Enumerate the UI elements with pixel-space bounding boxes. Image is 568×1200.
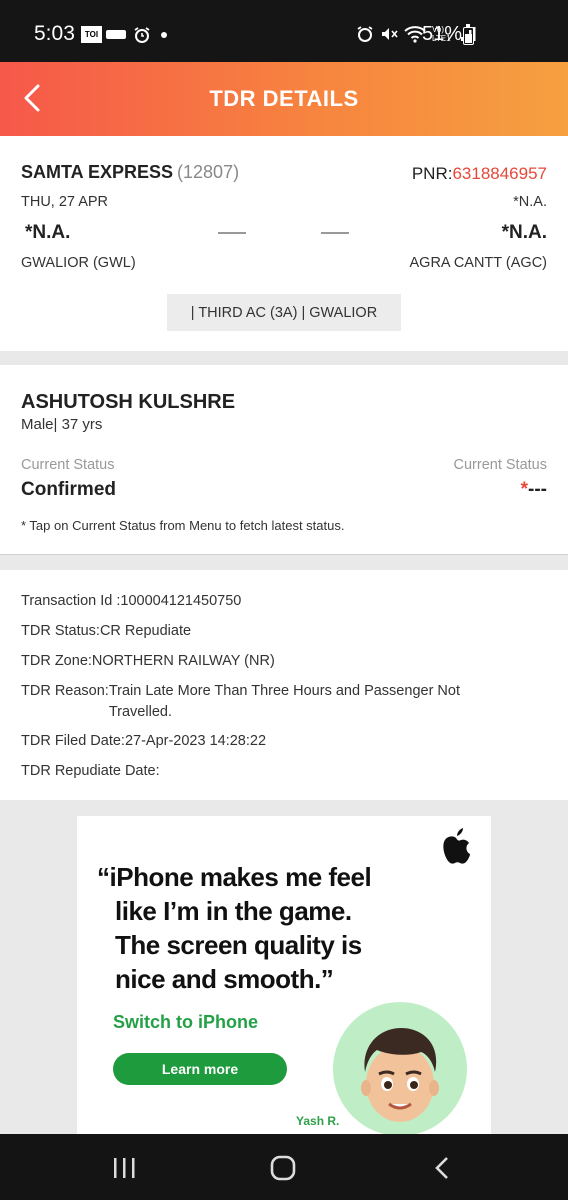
- journey-date: THU, 27 APR: [21, 194, 109, 210]
- system-nav-bar: [0, 1134, 568, 1200]
- learn-more-button[interactable]: Learn more: [113, 1053, 287, 1085]
- tdr-zone: TDR Zone:NORTHERN RAILWAY (NR): [21, 653, 275, 669]
- ad-attribution: Yash R.: [296, 1114, 340, 1128]
- route-line-left: [218, 232, 246, 234]
- mute-icon: [382, 28, 398, 40]
- arrival-time: *N.A.: [501, 222, 547, 243]
- status-bar: 5:03 TOI Vo) LTE1 51%: [0, 0, 568, 62]
- ad-banner[interactable]: “iPhone makes me feel like I’m in the ga…: [77, 816, 491, 1134]
- ad-quote-line: The screen quality is: [115, 930, 362, 960]
- pnr-value: 6318846957: [452, 164, 547, 183]
- booking-status-label: Current Status: [21, 457, 115, 473]
- back-icon: [435, 1157, 448, 1179]
- pnr: PNR:6318846957: [412, 164, 547, 184]
- ad-quote: “iPhone makes me feel like I’m in the ga…: [97, 860, 372, 996]
- tdr-info-card: Transaction Id :100004121450750 TDR Stat…: [0, 570, 568, 800]
- booking-status-value: Confirmed: [21, 479, 116, 500]
- news-app-icon: [106, 30, 126, 39]
- from-station: GWALIOR (GWL): [21, 255, 136, 271]
- train-name-text: SAMTA EXPRESS: [21, 162, 174, 182]
- home-icon: [270, 1155, 296, 1181]
- current-status-text: ---: [528, 479, 547, 500]
- status-time: 5:03: [34, 22, 75, 45]
- tdr-filed-date: TDR Filed Date:27-Apr-2023 14:28:22: [21, 733, 267, 749]
- app-header: TDR DETAILS: [0, 62, 568, 136]
- tdr-repudiate-date: TDR Repudiate Date:: [21, 763, 160, 779]
- class-chip: | THIRD AC (3A) | GWALIOR: [167, 294, 401, 331]
- nav-back-button[interactable]: [422, 1154, 462, 1182]
- passenger-card: ASHUTOSH KULSHRE Male| 37 yrs Current St…: [0, 365, 568, 555]
- battery-icon: [463, 24, 474, 45]
- apple-logo-icon: [443, 828, 470, 864]
- current-status-value[interactable]: *---: [521, 479, 547, 501]
- tdr-reason: TDR Reason: Train Late More Than Three H…: [21, 681, 541, 723]
- train-name: SAMTA EXPRESS (12807): [21, 162, 239, 183]
- route-line-right: [321, 232, 349, 234]
- passenger-meta: Male| 37 yrs: [21, 416, 103, 433]
- pnr-label: PNR:: [411, 164, 453, 183]
- departure-time: *N.A.: [25, 222, 71, 243]
- tdr-reason-value: Train Late More Than Three Hours and Pas…: [108, 683, 460, 720]
- passenger-name: ASHUTOSH KULSHRE: [21, 391, 236, 413]
- ad-quote-line: like I’m in the game.: [115, 896, 352, 926]
- alarm-icon: [357, 26, 373, 42]
- home-button[interactable]: [263, 1154, 303, 1182]
- alarm-icon: [133, 26, 151, 49]
- transaction-id: Transaction Id :100004121450750: [21, 593, 242, 609]
- recents-button[interactable]: [104, 1154, 144, 1182]
- toi-app-icon: TOI: [81, 26, 102, 43]
- page-title: TDR DETAILS: [209, 86, 359, 111]
- journey-card: SAMTA EXPRESS (12807) PNR:6318846957 THU,…: [0, 136, 568, 351]
- to-station: AGRA CANTT (AGC): [409, 255, 548, 271]
- train-number: (12807): [177, 162, 240, 182]
- status-star: *: [520, 479, 529, 500]
- recents-icon: [114, 1158, 135, 1178]
- current-status-label: Current Status: [453, 457, 548, 473]
- arrival-date: *N.A.: [513, 194, 547, 210]
- notification-dot-icon: [161, 32, 167, 38]
- status-note: * Tap on Current Status from Menu to fet…: [21, 518, 345, 533]
- ad-quote-line: “iPhone makes me feel: [97, 862, 372, 892]
- tdr-reason-label: TDR Reason:: [21, 683, 109, 699]
- memoji-avatar: [333, 1002, 467, 1134]
- ad-switch-text: Switch to iPhone: [113, 1012, 259, 1032]
- battery-percent: 51%: [422, 23, 463, 45]
- tdr-status: TDR Status:CR Repudiate: [21, 623, 192, 639]
- ad-quote-line: nice and smooth.”: [115, 964, 334, 994]
